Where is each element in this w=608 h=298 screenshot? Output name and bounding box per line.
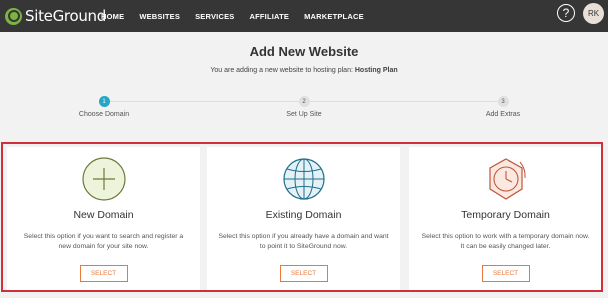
- logo-text: SiteGround: [25, 7, 106, 25]
- nav-home[interactable]: HOME: [101, 12, 124, 21]
- user-avatar[interactable]: RK: [583, 3, 604, 24]
- step-number: 2: [298, 96, 310, 107]
- hosting-plan-name: Hosting Plan: [354, 67, 398, 74]
- nav-services[interactable]: SERVICES: [195, 12, 234, 21]
- step-number: 1: [98, 96, 110, 107]
- step-set-up-site: 2 Set Up Site: [254, 96, 354, 118]
- main-nav: HOME WEBSITES SERVICES AFFILIATE MARKETP…: [101, 0, 379, 32]
- step-choose-domain: 1 Choose Domain: [54, 96, 154, 118]
- step-label: Add Extras: [485, 111, 521, 118]
- siteground-logo[interactable]: SiteGround: [5, 5, 106, 27]
- logo-mark-icon: [5, 7, 22, 25]
- options-highlight-box: [1, 142, 603, 292]
- top-navbar: SiteGround HOME WEBSITES SERVICES AFFILI…: [0, 0, 608, 32]
- step-label: Set Up Site: [286, 111, 322, 118]
- step-add-extras: 3 Add Extras: [453, 96, 553, 118]
- subtitle-text: You are adding a new website to hosting …: [210, 67, 353, 74]
- nav-marketplace[interactable]: MARKETPLACE: [304, 12, 364, 21]
- help-icon[interactable]: ?: [557, 4, 575, 22]
- page-subtitle: You are adding a new website to hosting …: [0, 67, 608, 74]
- step-label: Choose Domain: [78, 111, 130, 118]
- step-number: 3: [497, 96, 509, 107]
- nav-affiliate[interactable]: AFFILIATE: [250, 12, 290, 21]
- page-title: Add New Website: [249, 44, 359, 59]
- nav-websites[interactable]: WEBSITES: [139, 12, 180, 21]
